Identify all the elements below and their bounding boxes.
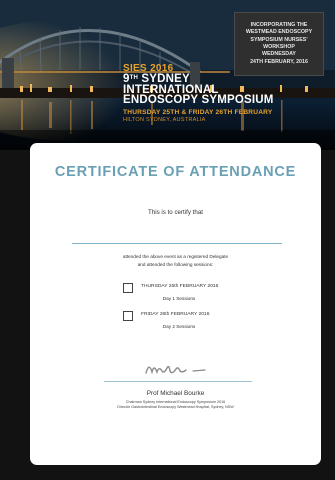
attendee-name-line [72,243,282,244]
session-date: FRIDAY 26th FEBRUARY 2016 [141,312,210,317]
attended-line: attended the above event as a registered… [122,254,229,259]
event-name-line3: ENDOSCOPY SYMPOSIUM [123,94,274,106]
event-name-line1: 9TH SYDNEY [123,73,274,85]
event-title-block: SIES 2016 9TH SYDNEY INTERNATIONAL ENDOS… [123,64,274,123]
signature-line [104,381,252,382]
session-date: THURSDAY 25th FEBRUARY 2016 [141,284,219,289]
signer-role-line: Director Gastrointestinal Endoscopy West… [117,405,234,410]
session-label: Day 1 Sessions [162,296,196,301]
certificate-card: CERTIFICATE OF ATTENDANCE This is to cer… [30,143,321,465]
signer-role: Chairman Sydney International Endoscopy … [30,400,321,411]
session-checkbox[interactable] [123,311,133,321]
header-banner: INCORPORATING THE WESTMEAD ENDOSCOPY SYM… [0,0,335,150]
event-number-suffix: TH [129,75,139,81]
workshop-line: WEDNESDAY [262,51,296,58]
workshop-line: WESTMEAD ENDOSCOPY [245,29,313,36]
event-dates: THURSDAY 25TH & FRIDAY 26TH FEBRUARY [123,108,273,116]
attendance-statement: attended the above event as a registered… [30,253,321,268]
session-checkbox[interactable] [123,283,133,293]
session-label: Day 2 Sessions [162,324,196,329]
workshop-line: INCORPORATING THE [250,21,308,28]
event-venue: HILTON SYDNEY, AUSTRALIA [123,116,206,123]
signature [145,365,206,375]
workshop-line: WORKSHOP [263,44,295,50]
attended-line: and attended the following sessions: [137,261,214,267]
certificate-title: CERTIFICATE OF ATTENDANCE [54,164,297,180]
signer-name: Prof Michael Bourke [146,390,205,397]
certify-text: This is to certify that [147,209,204,216]
workshop-line: SYMPOSIUM NURSES' [250,36,308,43]
